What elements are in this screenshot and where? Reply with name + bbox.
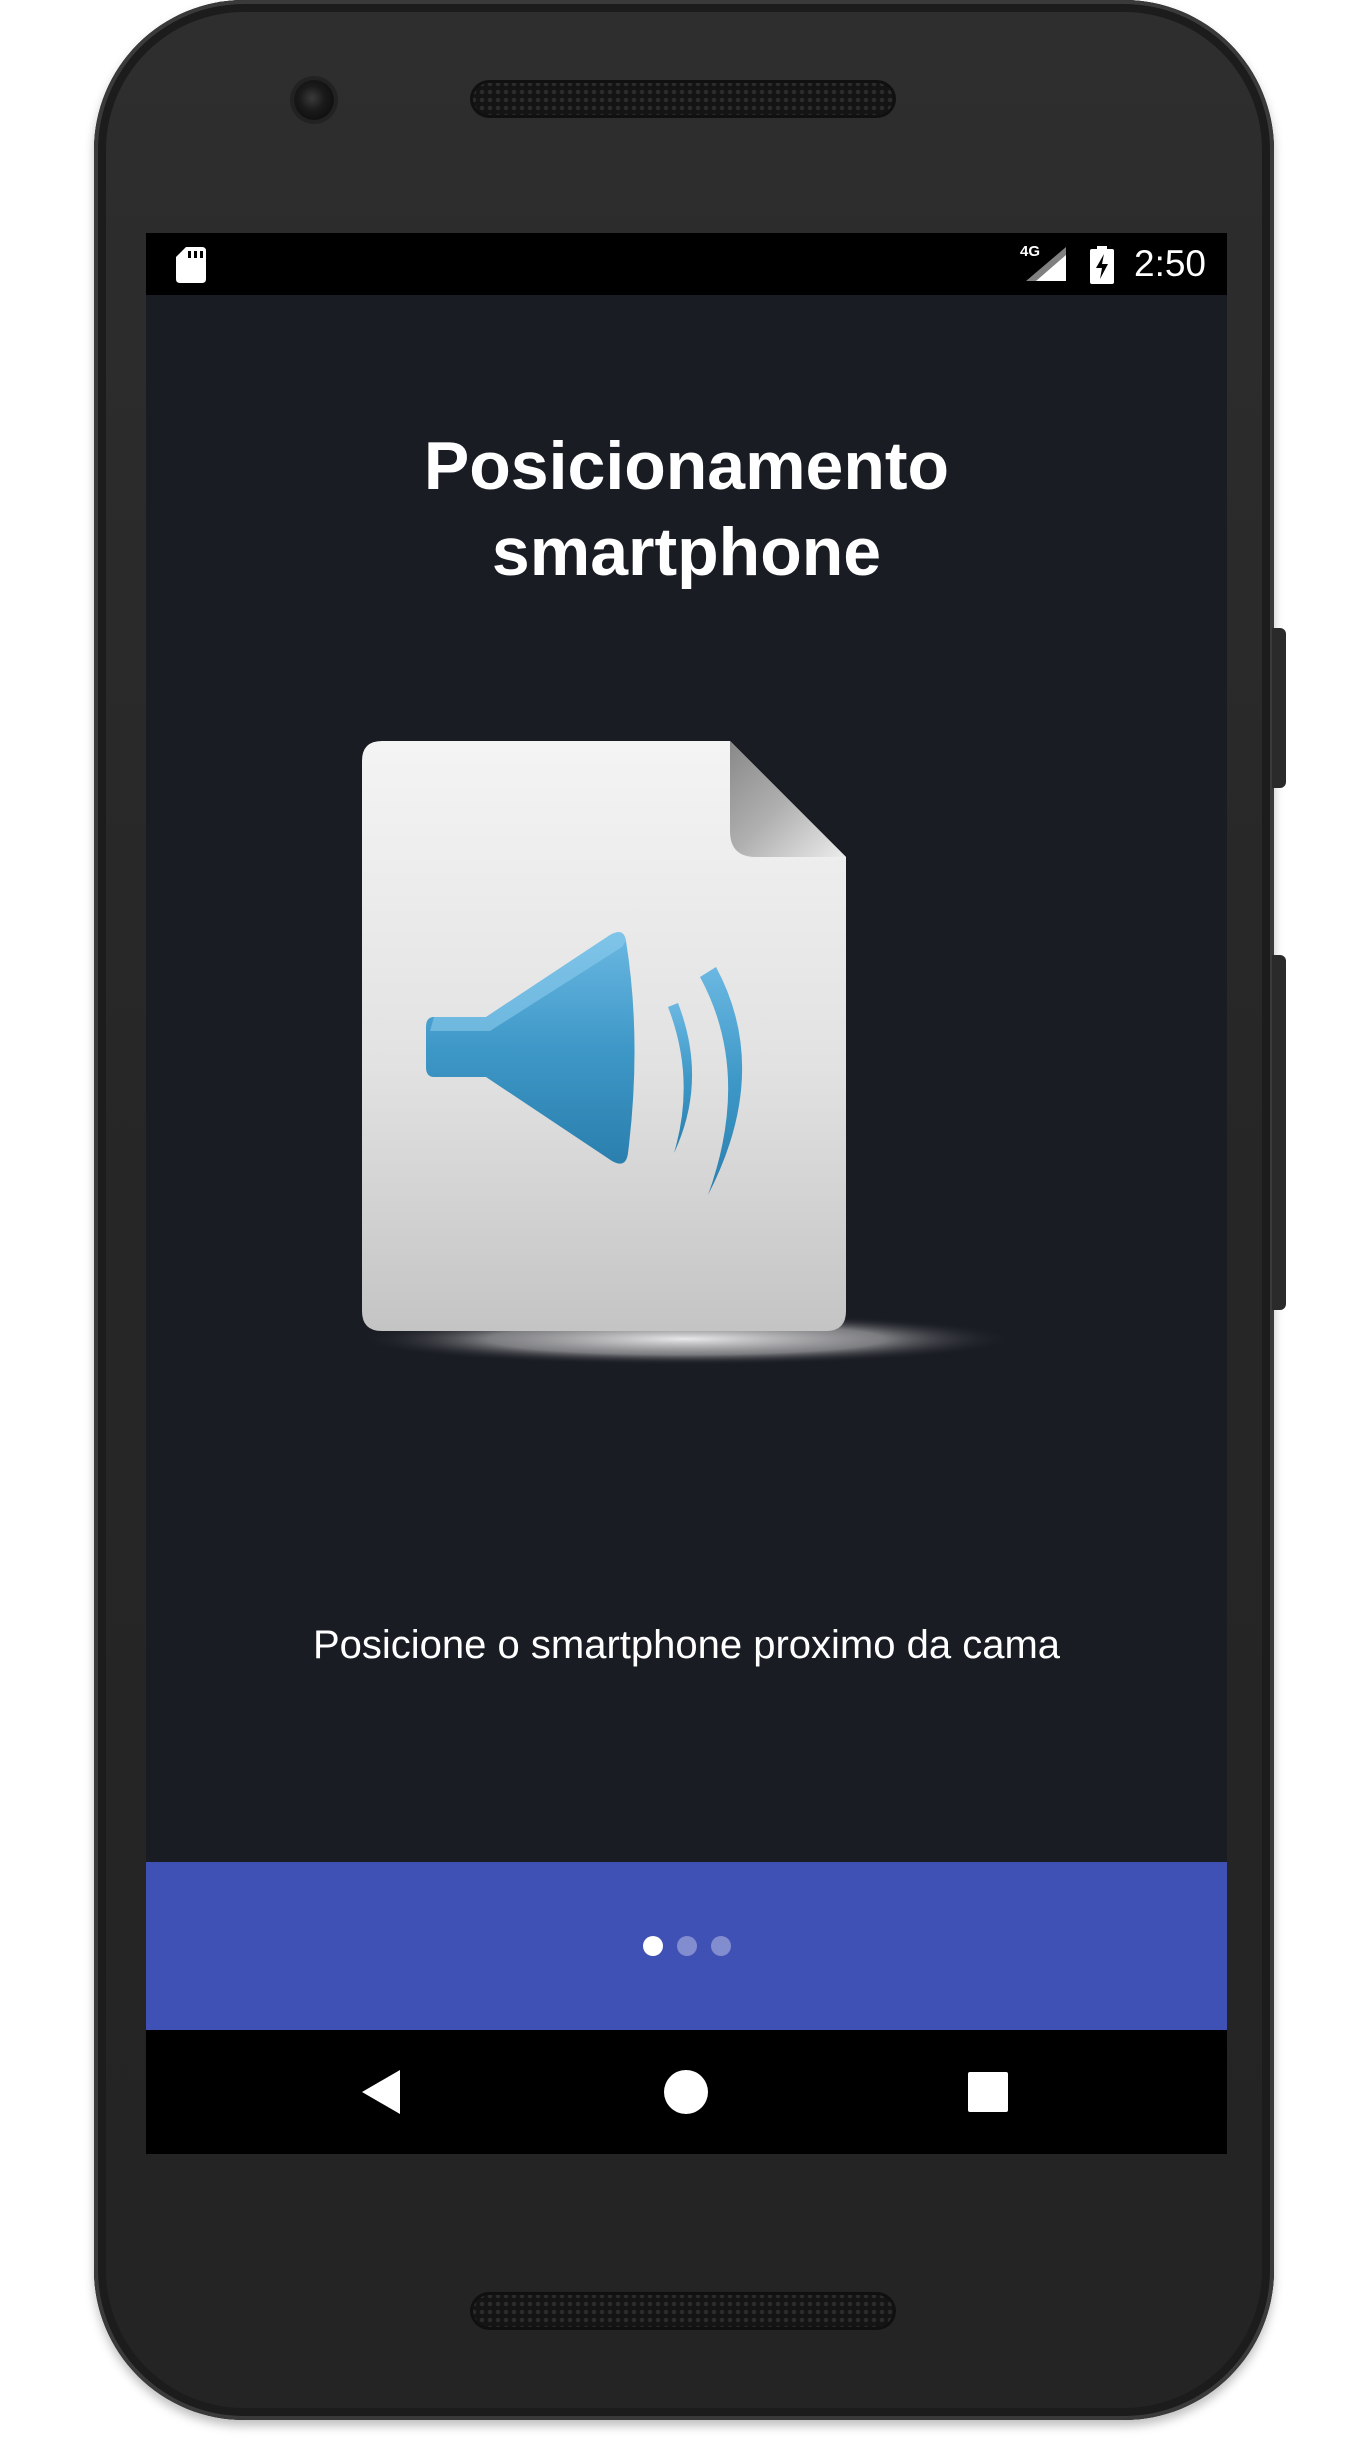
onboarding-description: Posicione o smartphone proximo da cama — [312, 1623, 1061, 1667]
bottom-speaker-grille — [470, 2292, 896, 2330]
page-title: Posicionamento smartphone — [146, 423, 1227, 595]
top-speaker-grille — [470, 80, 896, 118]
back-icon — [362, 2070, 400, 2114]
title-line-1: Posicionamento — [423, 428, 950, 504]
page-dot-1[interactable] — [642, 1936, 663, 1956]
title-line-2: smartphone — [491, 514, 882, 590]
sd-card-icon — [176, 247, 206, 283]
audio-file-speaker-icon — [356, 741, 1016, 1365]
home-button[interactable] — [626, 2030, 746, 2154]
volume-button — [1272, 955, 1286, 1310]
status-bar: 4G 2:50 — [146, 233, 1227, 295]
back-button[interactable] — [322, 2030, 442, 2154]
recents-icon — [968, 2072, 1008, 2112]
page-dot-3[interactable] — [710, 1936, 731, 1956]
clock: 2:50 — [1134, 243, 1207, 284]
home-icon — [664, 2070, 708, 2114]
front-camera — [294, 80, 334, 120]
page-indicator — [146, 1862, 1227, 2030]
navigation-bar — [146, 2030, 1227, 2154]
power-button — [1272, 628, 1286, 788]
page-dot-2[interactable] — [676, 1936, 697, 1956]
page-indicator-bar — [146, 1862, 1227, 2030]
battery-charging-icon — [1090, 246, 1114, 284]
recents-button[interactable] — [928, 2030, 1048, 2154]
screen: 4G 2:50 Posicionamento smartphone Posici… — [146, 233, 1227, 2154]
signal-icon — [1026, 247, 1066, 281]
